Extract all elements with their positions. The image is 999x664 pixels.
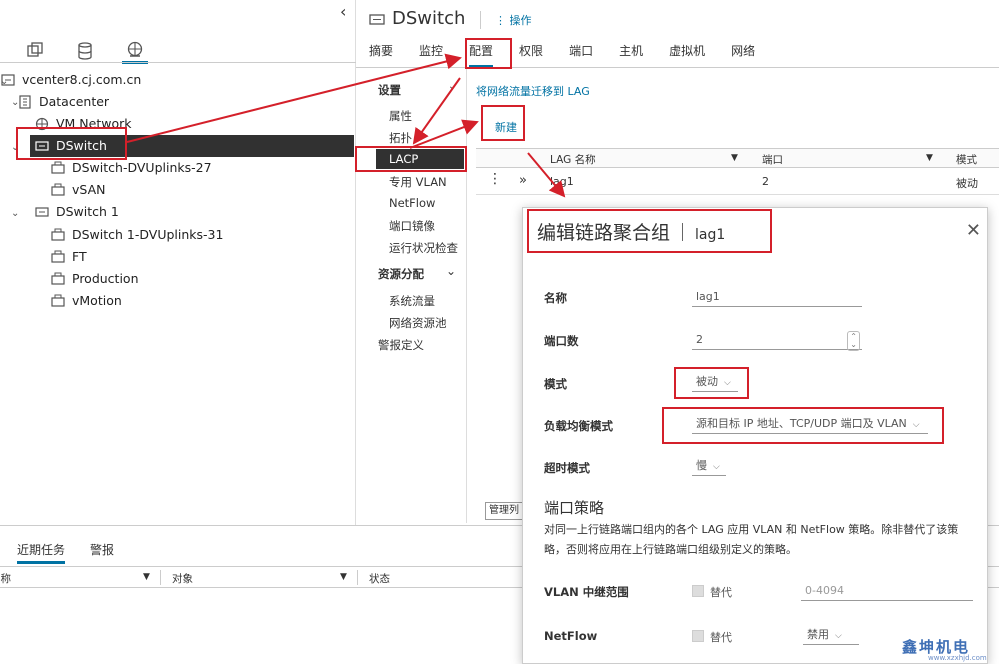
watermark-url: www.xzxhjd.com bbox=[928, 654, 987, 662]
annotation-arrows bbox=[126, 53, 566, 198]
